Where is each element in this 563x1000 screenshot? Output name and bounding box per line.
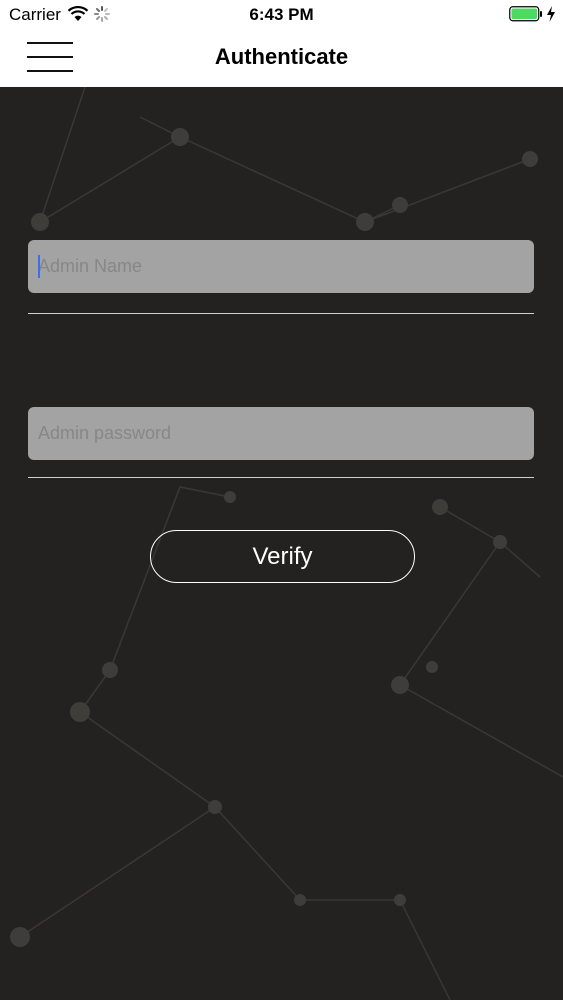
charging-bolt-icon <box>546 6 556 27</box>
verify-button[interactable]: Verify <box>150 530 415 583</box>
admin-password-underline <box>28 477 534 478</box>
status-time: 6:43 PM <box>249 5 314 24</box>
battery-full-icon <box>509 6 543 27</box>
admin-name-input[interactable] <box>28 240 534 293</box>
admin-password-input[interactable] <box>28 407 534 460</box>
status-bar: Carrier 6:43 PM <box>0 0 563 30</box>
page-title: Authenticate <box>214 44 349 69</box>
navigation-bar: Authenticate <box>0 30 563 87</box>
admin-name-underline <box>28 313 534 314</box>
text-cursor <box>38 255 40 278</box>
